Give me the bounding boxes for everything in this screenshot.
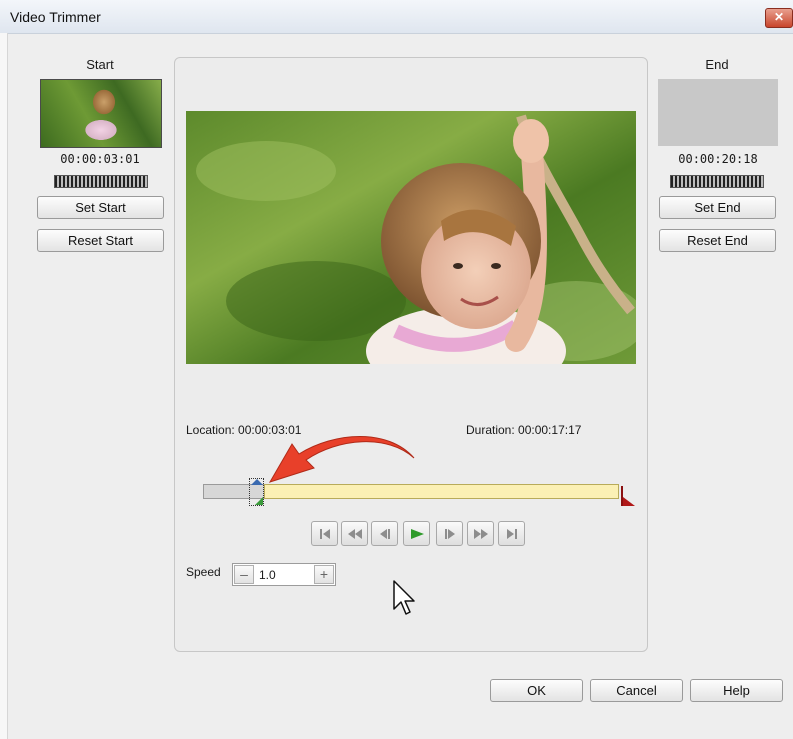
play-icon: [410, 529, 424, 539]
rewind-button[interactable]: [341, 521, 368, 546]
start-timecode: 00:00:03:01: [60, 152, 140, 166]
skip-back-icon: [319, 529, 330, 539]
end-jog-wheel[interactable]: [670, 175, 764, 188]
trim-end-handle[interactable]: [621, 486, 635, 506]
playhead-icon: [251, 479, 263, 505]
speed-label: Speed: [186, 565, 221, 579]
video-preview: [186, 111, 636, 364]
fast-forward-button[interactable]: [467, 521, 494, 546]
close-button[interactable]: ✕: [765, 8, 793, 28]
video-frame-image: [186, 111, 636, 364]
step-forward-icon: [444, 529, 455, 539]
cancel-button[interactable]: Cancel: [590, 679, 683, 702]
ok-button[interactable]: OK: [490, 679, 583, 702]
play-button[interactable]: [403, 521, 430, 546]
reset-end-button[interactable]: Reset End: [659, 229, 776, 252]
speed-value[interactable]: 1.0: [259, 568, 276, 582]
end-marker-icon: [621, 486, 635, 506]
end-heading: End: [705, 57, 729, 72]
red-arrow-annotation: [268, 436, 415, 483]
end-timecode: 00:00:20:18: [678, 152, 758, 166]
trim-start-handle[interactable]: [249, 478, 264, 506]
skip-forward-icon: [506, 529, 517, 539]
speed-decrease-button[interactable]: –: [234, 565, 254, 584]
start-heading: Start: [86, 57, 114, 72]
window-title: Video Trimmer: [10, 9, 101, 25]
reset-start-button[interactable]: Reset Start: [37, 229, 164, 252]
mouse-cursor-icon: [393, 580, 415, 615]
help-button[interactable]: Help: [690, 679, 783, 702]
step-back-button[interactable]: [371, 521, 398, 546]
speed-stepper: – 1.0 +: [232, 563, 336, 586]
speed-increase-button[interactable]: +: [314, 565, 334, 584]
step-back-icon: [379, 529, 390, 539]
fast-forward-icon: [473, 529, 488, 539]
step-forward-button[interactable]: [436, 521, 463, 546]
go-to-end-button[interactable]: [498, 521, 525, 546]
video-trimmer-dialog: Video Trimmer ✕ Start 00:00:03:01 Set St…: [0, 0, 793, 739]
rewind-icon: [347, 529, 362, 539]
set-start-button[interactable]: Set Start: [37, 196, 164, 219]
title-bar: Video Trimmer ✕: [0, 0, 793, 34]
trim-range[interactable]: [264, 484, 619, 499]
go-to-start-button[interactable]: [311, 521, 338, 546]
set-end-button[interactable]: Set End: [659, 196, 776, 219]
start-thumbnail: [40, 79, 162, 148]
end-thumbnail: [658, 79, 778, 146]
start-jog-wheel[interactable]: [54, 175, 148, 188]
duration-label: Duration: 00:00:17:17: [466, 423, 582, 437]
window-left-border: [0, 33, 8, 739]
